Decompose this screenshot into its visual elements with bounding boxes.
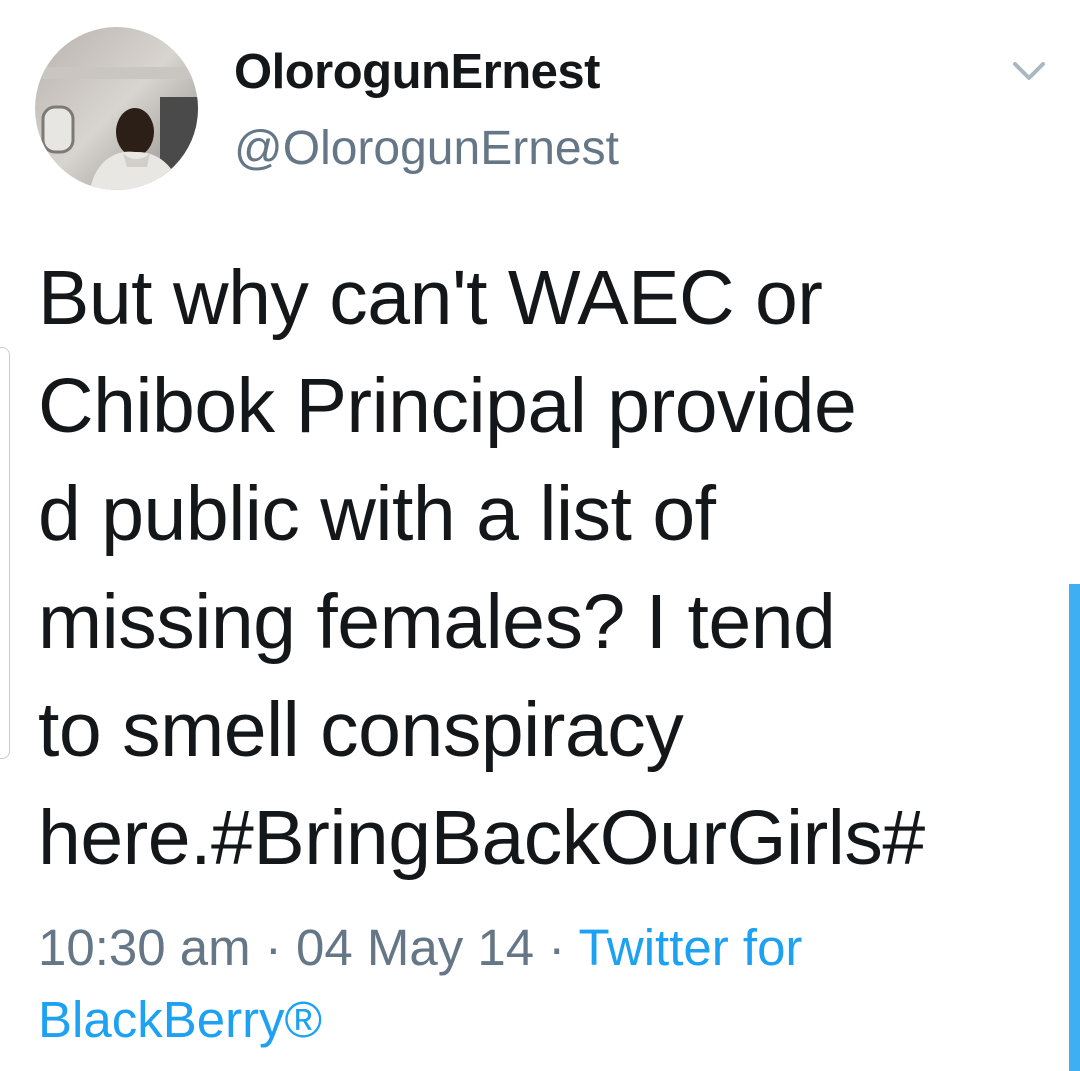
scrollbar[interactable] xyxy=(1069,584,1080,1071)
chevron-down-icon[interactable] xyxy=(1007,52,1051,92)
avatar[interactable] xyxy=(35,27,198,190)
tweet-line: missing females? I tend xyxy=(38,579,836,665)
tweet-line: d public with a list of xyxy=(38,471,716,557)
tweet-line: here.#BringBackOurGirls# xyxy=(38,795,925,881)
tweet-meta: 10:30 am · 04 May 14 · Twitter for Black… xyxy=(38,912,1038,1056)
meta-separator: · xyxy=(534,919,579,976)
tweet-time[interactable]: 10:30 am xyxy=(38,919,251,976)
tweet-text: But why can't WAEC or Chibok Principal p… xyxy=(38,244,1058,892)
tweet-line: But why can't WAEC or xyxy=(38,255,823,341)
tweet-date[interactable]: 04 May 14 xyxy=(296,919,534,976)
tweet-source-link-cont[interactable]: BlackBerry® xyxy=(38,991,322,1048)
tweet-line: Chibok Principal provide xyxy=(38,363,857,449)
tweet-line: to smell conspiracy xyxy=(38,687,684,773)
left-edge-panel xyxy=(0,347,10,759)
display-name[interactable]: OlorogunErnest xyxy=(234,44,600,100)
avatar-photo-icon xyxy=(35,27,198,190)
tweet-source-link[interactable]: Twitter for xyxy=(579,919,803,976)
user-handle[interactable]: @OlorogunErnest xyxy=(234,121,619,176)
meta-separator: · xyxy=(250,919,296,976)
